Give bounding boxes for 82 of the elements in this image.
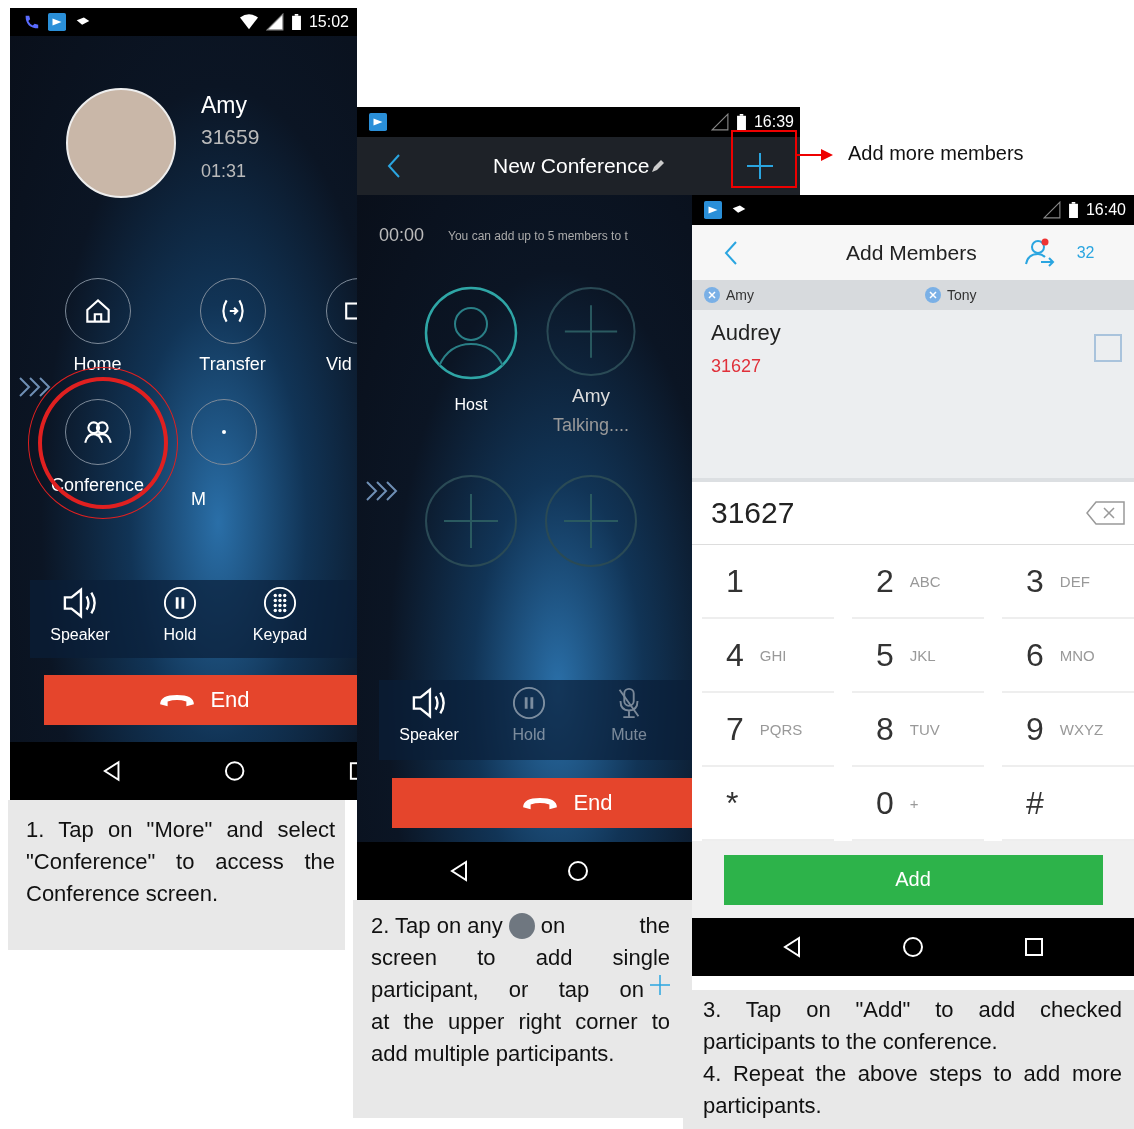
caption-text: on the <box>540 912 670 940</box>
speaker-icon <box>61 586 99 620</box>
status-time: 15:02 <box>308 13 349 31</box>
feature-label: Home <box>73 354 122 375</box>
home-icon[interactable] <box>566 859 590 883</box>
call-control-button[interactable]: Speaker <box>379 680 479 760</box>
feature-label: M <box>191 489 206 510</box>
caption-text: 2. Tap on any <box>371 912 503 940</box>
signal-icon <box>265 13 284 31</box>
double-chevron-icon <box>18 376 52 398</box>
double-chevron-icon <box>365 480 399 502</box>
pause-icon <box>510 686 548 720</box>
backspace-icon[interactable] <box>1086 500 1126 526</box>
dial-key[interactable]: 5 JKL <box>852 619 984 693</box>
screen-title: Add Members <box>846 240 977 265</box>
feature-label: Transfer <box>199 354 266 375</box>
app-icon <box>48 13 66 31</box>
contact-name: Amy <box>201 92 248 119</box>
keypad-icon <box>261 586 299 620</box>
battery-icon <box>291 14 301 30</box>
member-name: Amy <box>726 287 754 303</box>
home-icon[interactable] <box>223 759 247 783</box>
dial-key[interactable]: 4 GHI <box>702 619 834 693</box>
arrow <box>797 149 833 161</box>
dial-key[interactable]: 1 <box>702 545 834 619</box>
feature-label: Vid <box>326 354 352 375</box>
caption-text: 3. Tap on "Add" to add checked participants to the conference. <box>703 996 1122 1056</box>
annotation-text: Add more members <box>848 142 1024 165</box>
contact-name: Audrey <box>711 320 781 346</box>
call-control-button[interactable]: Speaker <box>30 580 130 658</box>
status-time: 16:40 <box>1085 201 1126 219</box>
caption-text: 4. Repeat the above steps to add more participants. <box>703 1060 1122 1120</box>
app-icon <box>704 201 722 219</box>
participant-label: Host <box>454 396 488 414</box>
participant-name: Amy <box>572 385 610 407</box>
member-name: Tony <box>947 287 977 303</box>
call-control-button[interactable]: Keypad <box>230 580 330 658</box>
dot-icon <box>222 430 226 434</box>
pause-icon <box>161 586 199 620</box>
call-control-button[interactable]: Hold <box>130 580 230 658</box>
battery-icon <box>736 114 746 130</box>
add-icon[interactable] <box>745 151 776 181</box>
plus-icon <box>650 975 670 995</box>
number-input-field[interactable]: 31627 <box>711 496 795 530</box>
checkbox[interactable] <box>1094 334 1122 362</box>
hang-up-icon <box>158 692 197 708</box>
contacts-icon[interactable] <box>1022 237 1057 268</box>
screen-title: New Conference <box>493 154 650 178</box>
notice-text: You can add up to 5 members to t <box>448 228 628 243</box>
end-call-button[interactable]: End <box>392 778 692 828</box>
conference-timer: 00:00 <box>379 225 425 246</box>
caption-text: add multiple participants. <box>371 1040 616 1068</box>
caption-text: 1. Tap on "More" and select "Conference" to access the Conference screen. <box>8 800 345 950</box>
highlight-box <box>731 130 797 188</box>
back-icon[interactable] <box>387 153 401 179</box>
signal-icon <box>710 113 729 131</box>
caption-text: screen to add single <box>371 944 670 972</box>
hang-up-icon <box>521 795 560 811</box>
contact-number: 31659 <box>201 125 260 149</box>
dial-key[interactable]: 6 MNO <box>1002 619 1134 693</box>
member-count: 32 <box>1076 243 1095 262</box>
battery-icon <box>1068 202 1078 218</box>
signal-icon <box>1042 201 1061 219</box>
pencil-icon[interactable] <box>651 159 666 173</box>
dial-key[interactable]: 8 TUV <box>852 693 984 767</box>
dial-key[interactable]: 2 ABC <box>852 545 984 619</box>
status-time: 16:39 <box>753 113 794 131</box>
home-icon[interactable] <box>901 935 925 959</box>
participant-status: Talking.... <box>552 415 629 436</box>
caption-text: participant, or tap on <box>371 976 644 1004</box>
end-call-button[interactable]: End <box>44 675 357 725</box>
speaker-icon <box>410 686 448 720</box>
dial-key[interactable]: 9 WXYZ <box>1002 693 1134 767</box>
host-avatar-icon[interactable] <box>424 286 518 380</box>
app-icon <box>369 113 387 131</box>
dial-key[interactable]: 3 DEF <box>1002 545 1134 619</box>
dial-key[interactable]: 7 PQRS <box>702 693 834 767</box>
wifi-icon <box>239 13 258 31</box>
contact-number: 31627 <box>711 356 763 377</box>
call-duration: 01:31 <box>201 161 248 182</box>
caption-text: at the upper right corner to <box>371 1008 670 1036</box>
circle-icon <box>508 913 535 939</box>
